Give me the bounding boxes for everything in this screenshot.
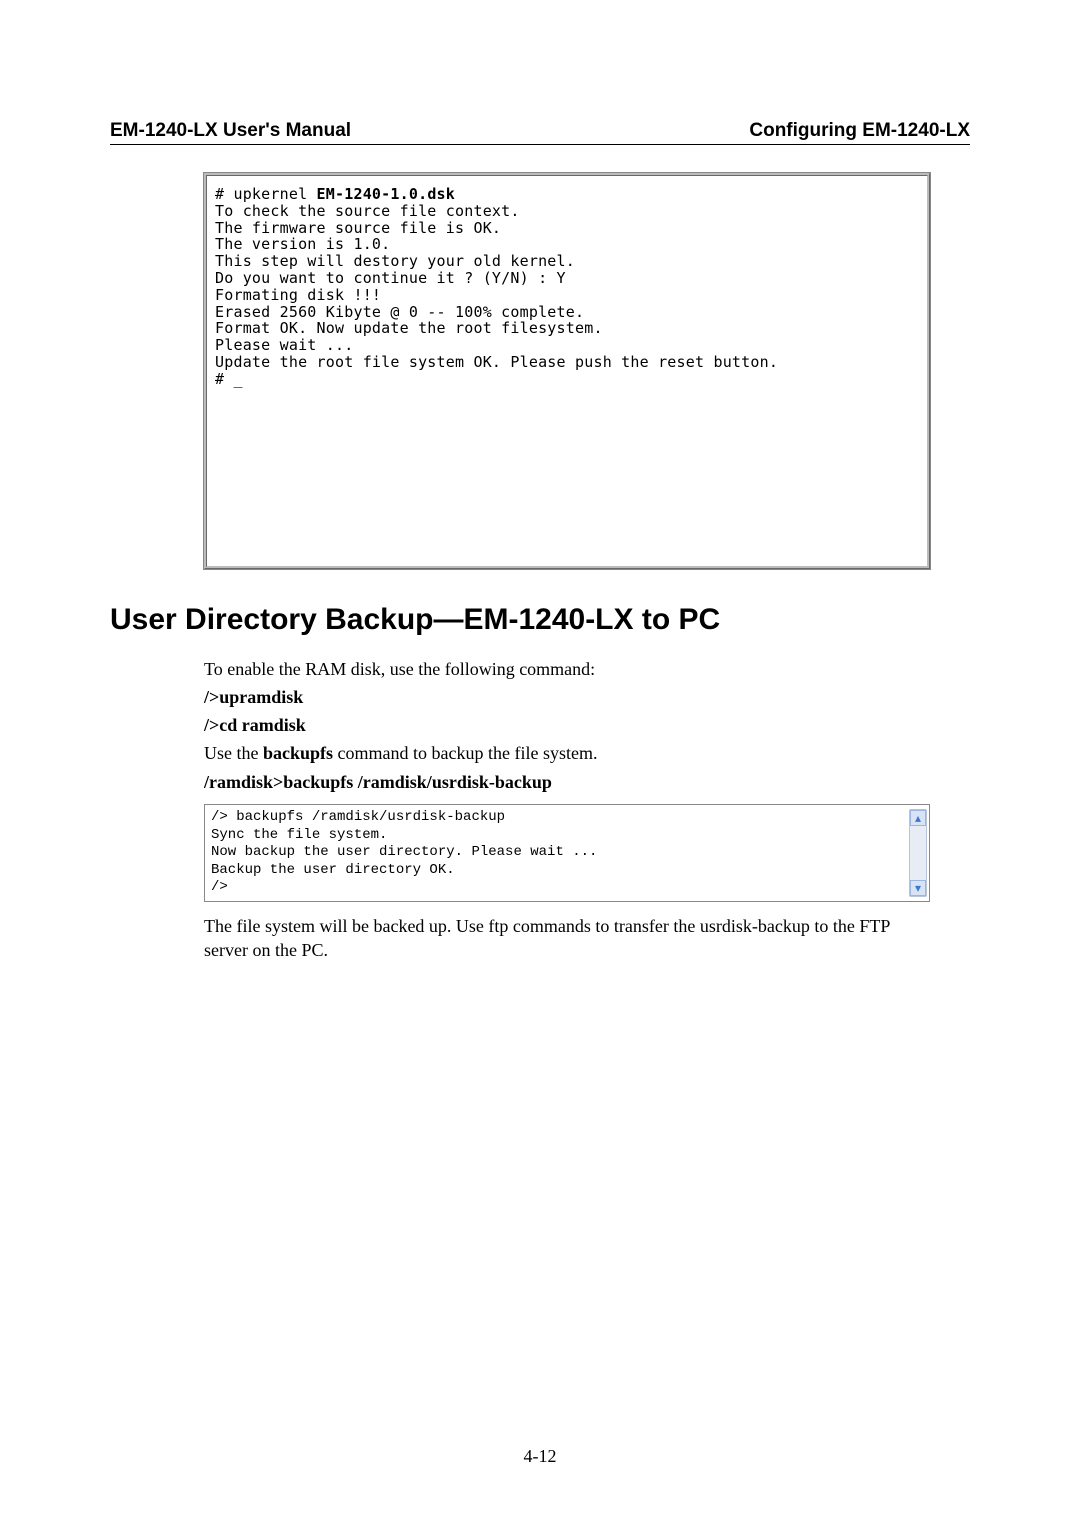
scrollbar[interactable]: ▴ ▾ (909, 809, 927, 897)
section-heading: User Directory Backup—EM-1240-LX to PC (110, 603, 970, 637)
terminal2-text: /> backupfs /ramdisk/usrdisk-backup Sync… (205, 805, 929, 901)
command-upramdisk: />upramdisk (204, 685, 930, 709)
header-right: Configuring EM-1240-LX (749, 120, 970, 142)
command-cd-ramdisk: />cd ramdisk (204, 713, 930, 737)
paragraph-backupfs: Use the backupfs command to backup the f… (204, 741, 930, 765)
scroll-down-icon[interactable]: ▾ (910, 880, 926, 896)
text-plain: Use the (204, 743, 263, 763)
terminal-rest: To check the source file context. The fi… (215, 202, 778, 388)
header-left: EM-1240-LX User's Manual (110, 120, 351, 142)
page-header: EM-1240-LX User's Manual Configuring EM-… (110, 120, 970, 145)
text-plain-2: command to backup the file system. (333, 743, 597, 763)
terminal-prefix: # upkernel (215, 185, 317, 203)
body-content: To enable the RAM disk, use the followin… (204, 657, 930, 963)
text-bold-backupfs: backupfs (263, 743, 333, 763)
page-number: 4-12 (0, 1446, 1080, 1467)
document-page: EM-1240-LX User's Manual Configuring EM-… (0, 0, 1080, 1527)
paragraph-intro: To enable the RAM disk, use the followin… (204, 657, 930, 681)
terminal-screenshot-1: # upkernel EM-1240-1.0.dsk To check the … (204, 173, 930, 569)
terminal-filename-bold: EM-1240-1.0.dsk (317, 185, 455, 203)
terminal-box: # upkernel EM-1240-1.0.dsk To check the … (204, 173, 930, 569)
scroll-up-icon[interactable]: ▴ (910, 810, 926, 826)
command-backupfs-full: /ramdisk>backupfs /ramdisk/usrdisk-backu… (204, 770, 930, 794)
terminal-screenshot-2: /> backupfs /ramdisk/usrdisk-backup Sync… (204, 804, 930, 902)
paragraph-closing: The file system will be backed up. Use f… (204, 914, 930, 963)
